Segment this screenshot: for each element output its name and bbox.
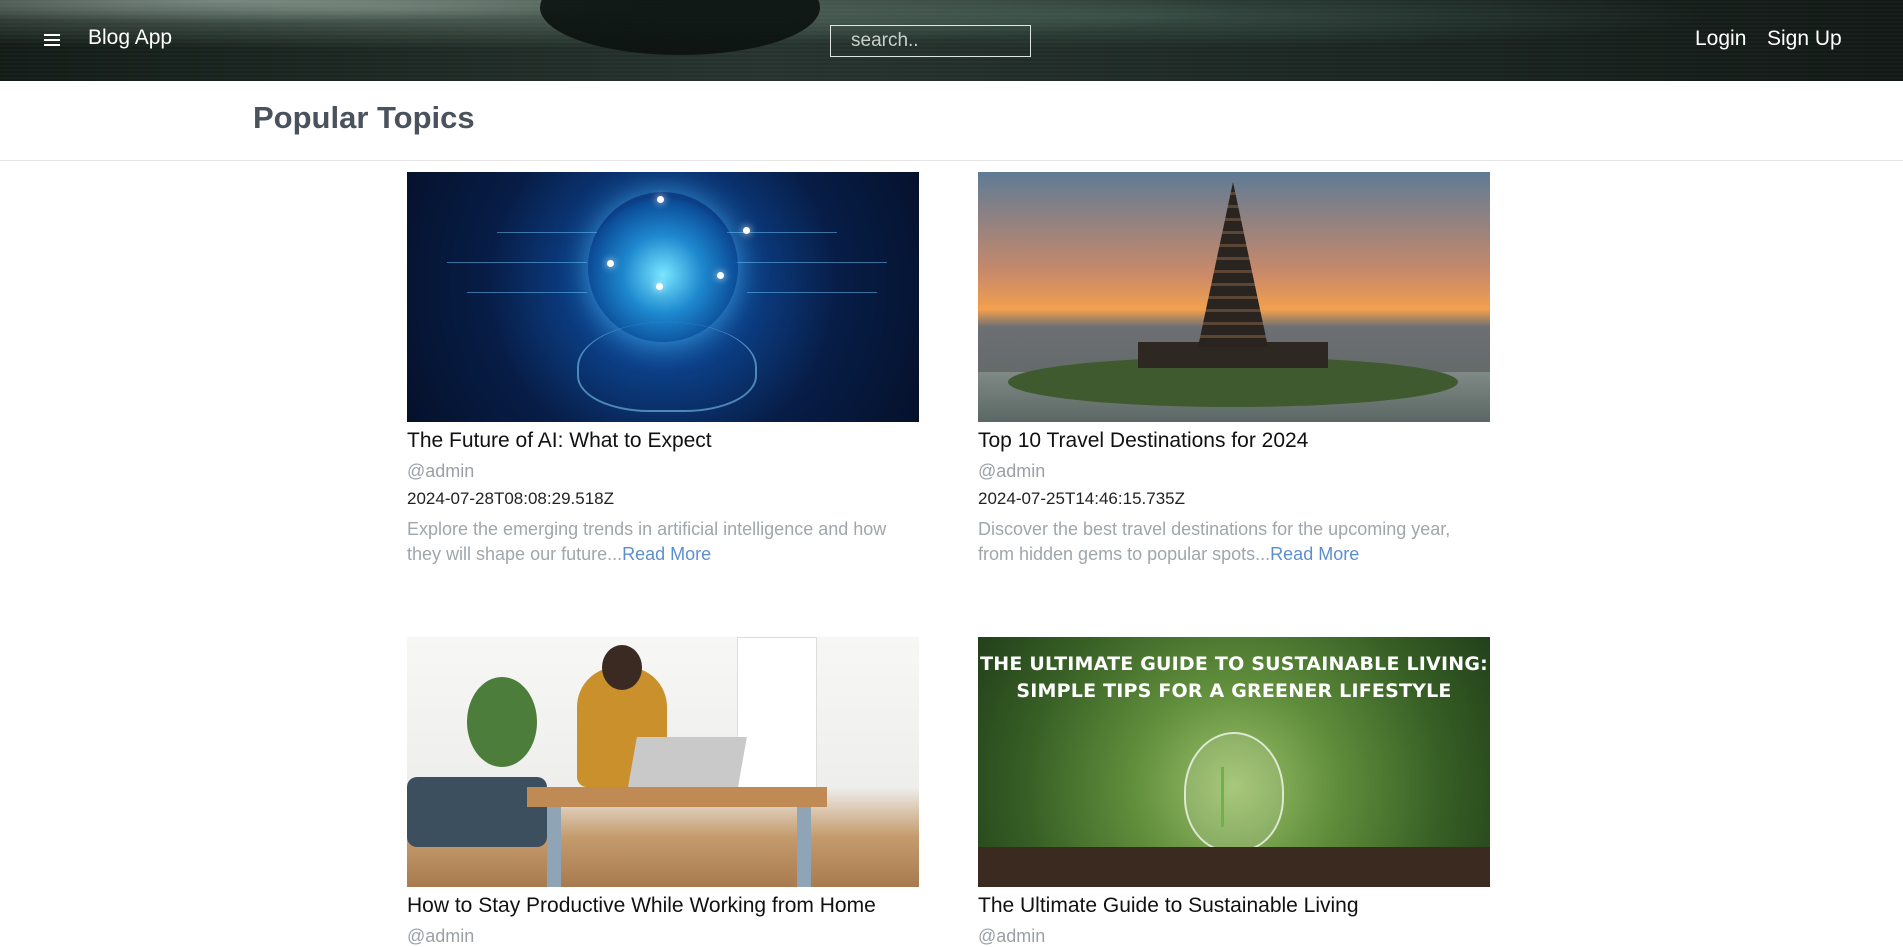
post-image[interactable]: THE ULTIMATE GUIDE TO SUSTAINABLE LIVING… <box>978 637 1490 887</box>
signup-link[interactable]: Sign Up <box>1767 27 1842 51</box>
post-excerpt: Explore the emerging trends in artificia… <box>407 517 919 567</box>
post-image-headline: THE ULTIMATE GUIDE TO SUSTAINABLE LIVING… <box>980 653 1488 702</box>
login-link[interactable]: Login <box>1695 27 1746 51</box>
post-card[interactable]: THE ULTIMATE GUIDE TO SUSTAINABLE LIVING… <box>978 637 1490 947</box>
post-title[interactable]: Top 10 Travel Destinations for 2024 <box>978 429 1490 453</box>
top-navbar: Blog App Login Sign Up <box>0 0 1903 81</box>
search-input[interactable] <box>830 25 1031 57</box>
hamburger-menu-icon[interactable] <box>44 31 66 49</box>
post-author: @admin <box>978 926 1046 946</box>
post-card[interactable]: How to Stay Productive While Working fro… <box>407 637 919 947</box>
post-title[interactable]: How to Stay Productive While Working fro… <box>407 894 919 918</box>
post-author: @admin <box>407 461 475 481</box>
post-author: @admin <box>407 926 475 946</box>
post-author: @admin <box>978 461 1046 481</box>
post-date: 2024-07-28T08:08:29.518Z <box>407 489 614 508</box>
read-more-link[interactable]: Read More <box>622 544 711 564</box>
post-excerpt-text: Discover the best travel destinations fo… <box>978 519 1451 564</box>
brand-name[interactable]: Blog App <box>88 26 172 50</box>
read-more-link[interactable]: Read More <box>1270 544 1359 564</box>
post-image[interactable] <box>407 172 919 422</box>
post-card[interactable]: Top 10 Travel Destinations for 2024 @adm… <box>978 172 1490 567</box>
post-card[interactable]: The Future of AI: What to Expect @admin … <box>407 172 919 567</box>
post-image[interactable] <box>407 637 919 887</box>
post-title[interactable]: The Ultimate Guide to Sustainable Living <box>978 894 1490 918</box>
post-image[interactable] <box>978 172 1490 422</box>
post-excerpt: Discover the best travel destinations fo… <box>978 517 1490 567</box>
post-title[interactable]: The Future of AI: What to Expect <box>407 429 919 453</box>
post-date: 2024-07-25T14:46:15.735Z <box>978 489 1185 508</box>
page-title: Popular Topics <box>253 100 475 135</box>
